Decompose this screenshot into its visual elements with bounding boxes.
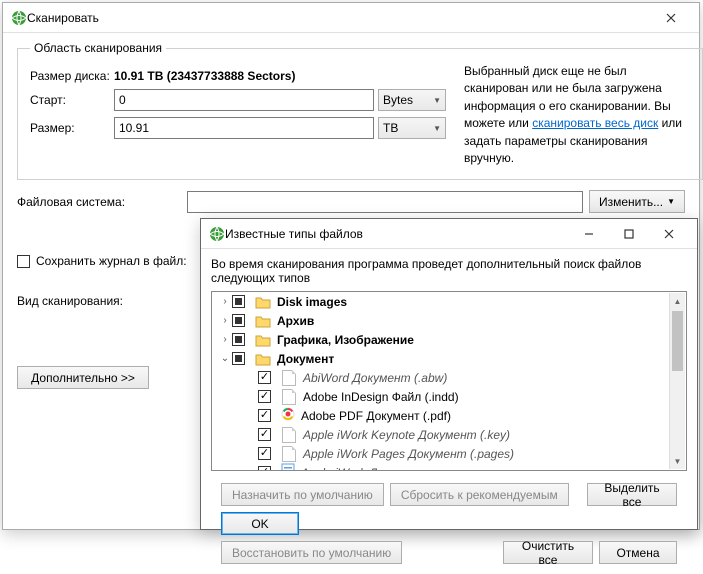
chevron-down-icon: ▼ — [667, 197, 675, 206]
start-unit-combo[interactable]: Bytes ▼ — [378, 89, 446, 111]
file-icon — [282, 389, 296, 405]
file-types-tree[interactable]: › Disk images › Архив › Графика, Изображение ⌄… — [211, 291, 687, 471]
tree-item[interactable]: Adobe InDesign Файл (.indd) — [212, 387, 686, 406]
item-checkbox[interactable] — [258, 447, 271, 460]
scan-description: Выбранный диск еще не был сканирован или… — [464, 63, 690, 167]
disk-size-label: Размер диска: — [30, 69, 114, 83]
chevron-down-icon[interactable]: ⌄ — [218, 353, 232, 364]
item-checkbox[interactable] — [258, 466, 271, 471]
folder-icon — [255, 352, 271, 366]
app-icon — [11, 10, 27, 26]
set-default-button[interactable]: Назначить по умолчанию — [221, 483, 384, 506]
titlebar: Сканировать — [3, 3, 699, 33]
advanced-button[interactable]: Дополнительно >> — [17, 366, 149, 389]
minimize-button[interactable] — [569, 220, 609, 248]
change-button[interactable]: Изменить... ▼ — [589, 190, 685, 213]
disk-size-value: 10.91 TB (23437733888 Sectors) — [114, 69, 295, 83]
filesystem-label: Файловая система: — [17, 195, 187, 209]
tree-category[interactable]: › Архив — [212, 311, 686, 330]
chevron-down-icon: ▼ — [433, 124, 441, 133]
tree-scrollbar[interactable]: ▲ ▼ — [669, 293, 685, 469]
sub-content: Во время сканирования программа проведет… — [201, 249, 697, 574]
scan-region-legend: Область сканирования — [30, 41, 166, 55]
close-button[interactable] — [651, 4, 691, 32]
tree-item[interactable]: Apple iWork Pages Документ (.pages) — [212, 444, 686, 463]
file-icon — [282, 370, 296, 386]
save-log-label: Сохранить журнал в файл: — [36, 254, 187, 268]
sub-window-title: Известные типы файлов — [225, 227, 569, 241]
category-label: Disk images — [277, 295, 347, 309]
file-icon — [282, 446, 296, 462]
file-icon — [282, 427, 296, 443]
tree-category[interactable]: ⌄ Документ — [212, 349, 686, 368]
tree-category[interactable]: › Disk images — [212, 292, 686, 311]
tree-item[interactable]: Apple iWork Документ — [212, 463, 686, 471]
category-checkbox[interactable] — [232, 314, 245, 327]
size-input[interactable] — [114, 117, 374, 139]
pdf-icon — [281, 406, 295, 425]
item-checkbox[interactable] — [258, 390, 271, 403]
start-unit-value: Bytes — [383, 93, 413, 107]
item-label: Apple iWork Документ — [301, 466, 427, 472]
tree-item[interactable]: AbiWord Документ (.abw) — [212, 368, 686, 387]
category-checkbox[interactable] — [232, 333, 245, 346]
select-all-button[interactable]: Выделить все — [587, 483, 677, 506]
clear-all-button[interactable]: Очистить все — [503, 541, 593, 564]
known-types-dialog: Известные типы файлов Во время сканирова… — [200, 218, 698, 530]
sub-titlebar: Известные типы файлов — [201, 219, 697, 249]
size-label: Размер: — [30, 121, 114, 135]
chevron-right-icon[interactable]: › — [218, 334, 232, 345]
sub-footer-2: Восстановить по умолчанию Очистить все О… — [211, 541, 687, 570]
sub-footer: Назначить по умолчанию Сбросить к рекоме… — [211, 477, 687, 541]
minimize-icon — [584, 229, 594, 239]
restore-default-button[interactable]: Восстановить по умолчанию — [221, 541, 402, 564]
item-label: Apple iWork Pages Документ (.pages) — [303, 447, 514, 461]
maximize-icon — [624, 229, 634, 239]
reset-recommended-button[interactable]: Сбросить к рекомендуемым — [390, 483, 569, 506]
item-checkbox[interactable] — [258, 428, 271, 441]
scroll-thumb[interactable] — [672, 311, 683, 371]
category-checkbox[interactable] — [232, 295, 245, 308]
folder-icon — [255, 314, 271, 328]
tree-item[interactable]: Adobe PDF Документ (.pdf) — [212, 406, 686, 425]
app-icon — [209, 226, 225, 242]
save-log-checkbox[interactable] — [17, 255, 30, 268]
window-title: Сканировать — [27, 11, 651, 25]
folder-icon — [255, 295, 271, 309]
item-checkbox[interactable] — [258, 409, 271, 422]
scroll-up-icon[interactable]: ▲ — [670, 293, 685, 309]
pages-icon — [281, 463, 295, 471]
tree-category[interactable]: › Графика, Изображение — [212, 330, 686, 349]
folder-icon — [255, 333, 271, 347]
item-label: Adobe PDF Документ (.pdf) — [301, 409, 451, 423]
sub-close-button[interactable] — [649, 220, 689, 248]
ok-button[interactable]: OK — [221, 512, 299, 535]
chevron-right-icon[interactable]: › — [218, 315, 232, 326]
item-label: AbiWord Документ (.abw) — [303, 371, 447, 385]
item-label: Adobe InDesign Файл (.indd) — [303, 390, 459, 404]
start-label: Старт: — [30, 93, 114, 107]
sub-intro: Во время сканирования программа проведет… — [211, 257, 687, 285]
tree-item[interactable]: Apple iWork Keynote Документ (.key) — [212, 425, 686, 444]
category-label: Архив — [277, 314, 314, 328]
maximize-button[interactable] — [609, 220, 649, 248]
close-icon — [666, 13, 676, 23]
category-label: Документ — [277, 352, 334, 366]
cancel-button[interactable]: Отмена — [599, 541, 677, 564]
scan-region-group: Область сканирования Размер диска: 10.91… — [17, 41, 703, 180]
filesystem-input[interactable] — [187, 191, 583, 213]
size-unit-value: TB — [383, 121, 398, 135]
scan-type-label: Вид сканирования: — [17, 294, 213, 308]
size-unit-combo[interactable]: TB ▼ — [378, 117, 446, 139]
close-icon — [664, 229, 674, 239]
item-checkbox[interactable] — [258, 371, 271, 384]
item-label: Apple iWork Keynote Документ (.key) — [303, 428, 510, 442]
chevron-right-icon[interactable]: › — [218, 296, 232, 307]
chevron-down-icon: ▼ — [433, 96, 441, 105]
scroll-down-icon[interactable]: ▼ — [670, 453, 685, 469]
start-input[interactable] — [114, 89, 374, 111]
category-label: Графика, Изображение — [277, 333, 414, 347]
category-checkbox[interactable] — [232, 352, 245, 365]
scan-whole-disk-link[interactable]: сканировать весь диск — [532, 116, 658, 130]
